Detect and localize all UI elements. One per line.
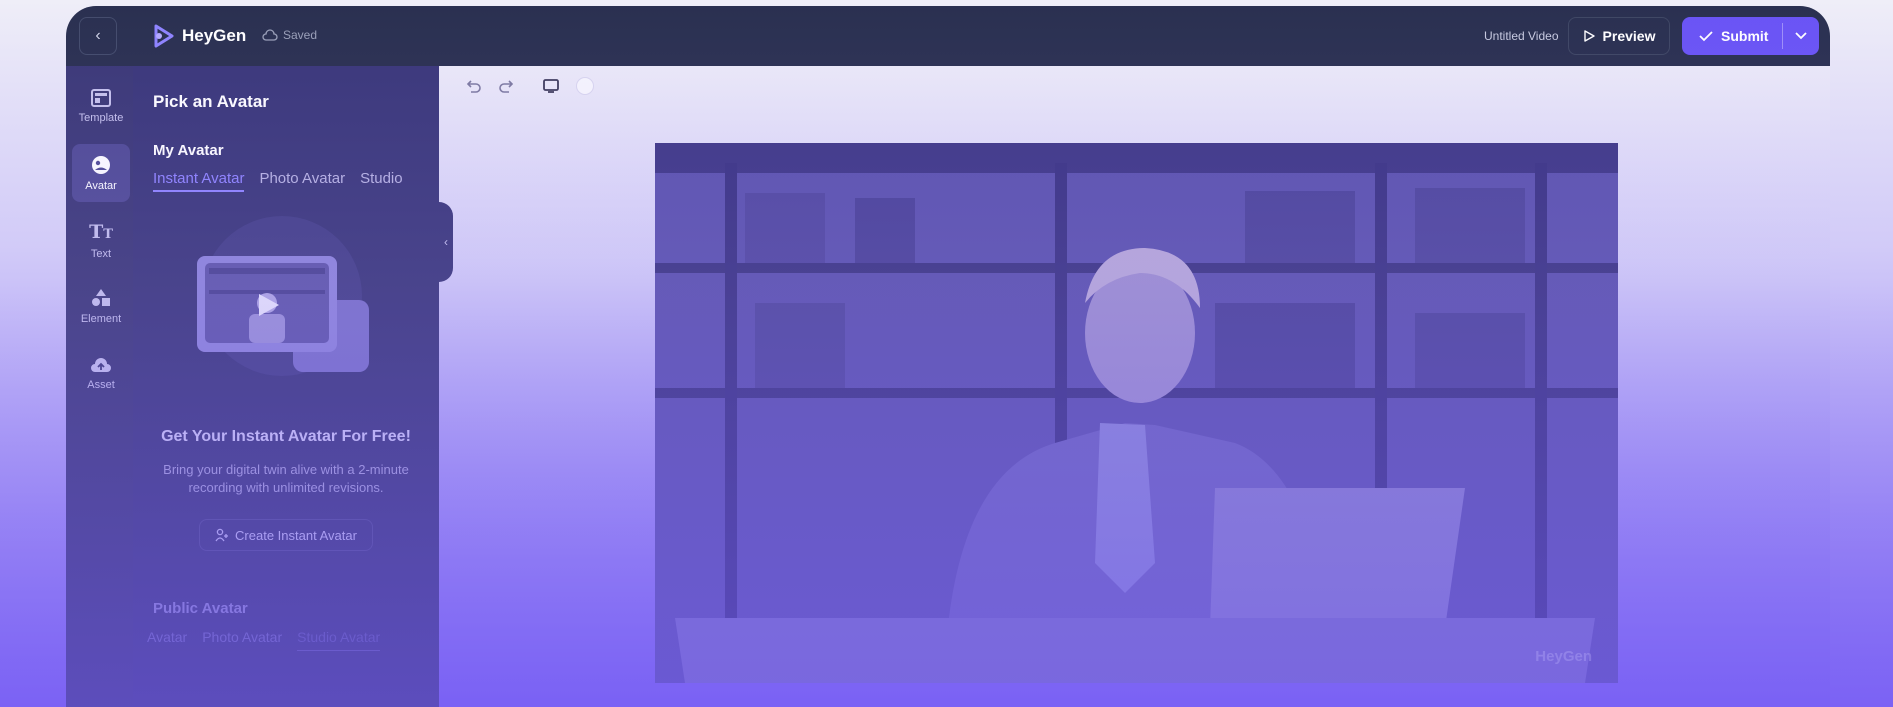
asset-icon (91, 357, 111, 372)
my-avatar-tabs: Instant Avatar Photo Avatar Studio (153, 170, 403, 192)
color-swatch-icon (576, 77, 594, 95)
nav-item-asset[interactable]: Asset (72, 344, 130, 402)
check-icon (1699, 31, 1713, 42)
create-instant-avatar-label: Create Instant Avatar (235, 527, 357, 543)
avatar-icon (92, 155, 110, 174)
my-avatar-title: My Avatar (153, 142, 224, 159)
top-bar: ‹ HeyGen Saved Untitled Video Preview Su… (66, 6, 1830, 66)
nav-item-text[interactable]: TT Text (72, 211, 130, 269)
instant-avatar-illustration (197, 216, 369, 376)
cta-title: Get Your Instant Avatar For Free! (161, 428, 411, 445)
panel-title: Pick an Avatar (153, 92, 269, 111)
nav-item-avatar[interactable]: Avatar (72, 144, 130, 202)
public-avatar-title: Public Avatar (153, 600, 248, 617)
aspect-ratio-button[interactable] (541, 76, 561, 96)
nav-item-template[interactable]: Template (72, 77, 130, 135)
avatar-panel: Pick an Avatar My Avatar Instant Avatar … (133, 66, 439, 707)
back-button[interactable]: ‹ (79, 17, 117, 55)
nav-label-template: Template (78, 111, 124, 124)
heygen-watermark: HeyGen (1535, 648, 1592, 665)
canvas-area: HeyGen (439, 66, 1830, 707)
save-status: Saved (262, 28, 317, 42)
tab-public-avatar[interactable]: Avatar (147, 629, 187, 651)
tab-studio[interactable]: Studio (360, 170, 403, 192)
undo-icon (466, 80, 481, 93)
save-status-label: Saved (283, 28, 318, 42)
nav-label-element: Element (80, 312, 122, 325)
submit-options-button[interactable] (1783, 32, 1819, 40)
side-nav: Template Avatar TT Text Element Asset (66, 66, 133, 707)
public-avatar-tabs: Avatar Photo Avatar Studio Avatar (147, 629, 381, 651)
template-icon (91, 88, 111, 107)
redo-button[interactable] (497, 76, 517, 96)
tab-public-studio-avatar[interactable]: Studio Avatar (297, 629, 381, 651)
preview-button[interactable]: Preview (1568, 17, 1670, 55)
video-title[interactable]: Untitled Video (1484, 29, 1559, 43)
element-icon (92, 288, 110, 306)
video-canvas[interactable]: HeyGen (655, 143, 1618, 683)
play-icon (1583, 30, 1595, 42)
app-window: ‹ HeyGen Saved Untitled Video Preview Su… (66, 6, 1830, 707)
monitor-icon (543, 79, 559, 93)
submit-button[interactable]: Submit (1682, 28, 1782, 44)
chevron-down-icon (1795, 32, 1807, 40)
text-icon: TT (89, 220, 113, 243)
create-instant-avatar-button[interactable]: Create Instant Avatar (199, 519, 373, 551)
nav-label-text: Text (90, 247, 112, 260)
chevron-left-icon: ‹ (444, 235, 448, 249)
cloud-icon (262, 29, 278, 41)
submit-button-group: Submit (1682, 17, 1819, 55)
avatar-video-frame (655, 143, 1618, 683)
submit-label: Submit (1721, 28, 1769, 44)
tab-public-photo-avatar[interactable]: Photo Avatar (202, 629, 282, 651)
cta-description: Bring your digital twin alive with a 2-m… (163, 462, 409, 495)
nav-item-element[interactable]: Element (72, 277, 130, 335)
tab-instant-avatar[interactable]: Instant Avatar (153, 170, 245, 192)
chevron-left-icon: ‹ (95, 27, 101, 44)
brand-name: HeyGen (182, 26, 247, 45)
add-user-icon (215, 528, 229, 542)
nav-label-avatar: Avatar (85, 179, 117, 192)
canvas-toolbar (463, 76, 595, 96)
nav-label-asset: Asset (87, 378, 115, 391)
heygen-logo-icon (154, 24, 174, 48)
logo: HeyGen (150, 23, 246, 49)
collapse-panel-button[interactable]: ‹ (439, 202, 453, 282)
background-color-button[interactable] (575, 76, 595, 96)
tab-photo-avatar[interactable]: Photo Avatar (259, 170, 345, 192)
undo-button[interactable] (463, 76, 483, 96)
redo-icon (499, 80, 514, 93)
preview-label: Preview (1602, 28, 1656, 44)
